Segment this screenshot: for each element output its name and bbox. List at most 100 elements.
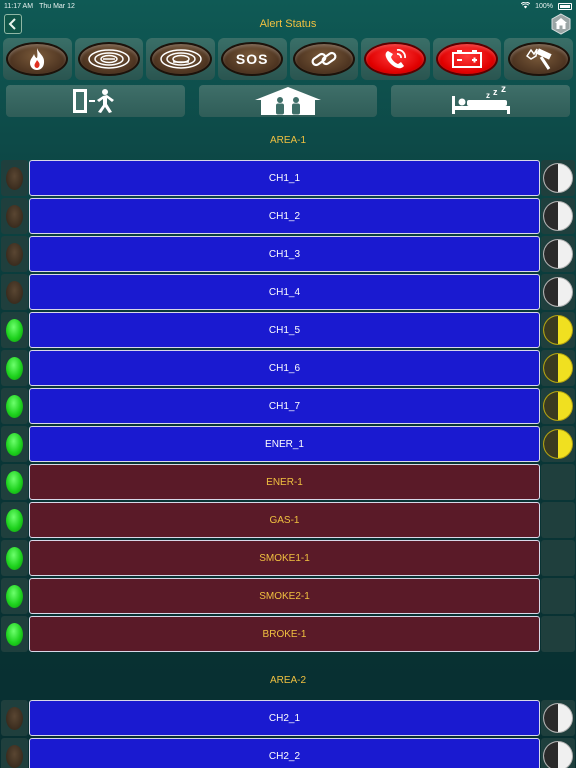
channel-button[interactable]: CH1_7 (29, 388, 540, 424)
toggle-cell (541, 502, 575, 538)
channel-button[interactable]: CH2_2 (29, 738, 540, 768)
toggle-cell (541, 236, 575, 272)
hammer-break-button[interactable] (504, 38, 573, 80)
status-led-icon (6, 394, 23, 418)
toggle-cell (541, 160, 575, 196)
area-label: AREA-1 (269, 135, 307, 146)
channel-row: CH1_3 (0, 236, 576, 272)
channel-button[interactable]: SMOKE1-1 (29, 540, 540, 576)
sos-icon: SOS (221, 42, 284, 76)
channel-button[interactable]: ENER_1 (29, 426, 540, 462)
channel-row: SMOKE1-1 (0, 540, 576, 576)
channel-button[interactable]: CH1_5 (29, 312, 540, 348)
channel-button[interactable]: CH1_2 (29, 198, 540, 234)
home-button[interactable] (550, 13, 572, 35)
home-mode-icon (255, 87, 321, 115)
channel-row: CH1_7 (0, 388, 576, 424)
area-label: AREA-2 (269, 675, 307, 686)
status-led-icon (6, 280, 23, 304)
battery-percent: 100% (535, 2, 553, 10)
fire-icon (6, 42, 69, 76)
channel-button[interactable]: CH1_1 (29, 160, 540, 196)
bypass-toggle[interactable] (543, 353, 573, 383)
status-led-cell (1, 236, 28, 272)
status-led-cell (1, 738, 28, 768)
bypass-toggle[interactable] (543, 741, 573, 768)
status-led-icon (6, 318, 23, 342)
channel-row: CH1_1 (0, 160, 576, 196)
status-led-cell (1, 700, 28, 736)
channel-row: CH1_4 (0, 274, 576, 310)
status-led-icon (6, 622, 23, 646)
fire-button[interactable] (3, 38, 72, 80)
status-led-icon (6, 166, 23, 190)
smoke-detector-2-icon (149, 42, 212, 76)
link-icon (292, 42, 355, 76)
battery-button[interactable] (432, 38, 502, 80)
bypass-toggle[interactable] (543, 277, 573, 307)
bypass-toggle[interactable] (543, 201, 573, 231)
channel-row: BROKE-1 (0, 616, 576, 652)
channel-button[interactable]: SMOKE2-1 (29, 578, 540, 614)
status-led-cell (1, 274, 28, 310)
toggle-cell (541, 198, 575, 234)
status-led-icon (6, 242, 23, 266)
battery-icon (436, 42, 499, 76)
sos-button[interactable]: SOS (217, 38, 287, 80)
status-led-icon (6, 744, 23, 768)
channel-row: ENER_1 (0, 426, 576, 462)
status-led-cell (1, 312, 28, 348)
toggle-cell (541, 274, 575, 310)
status-time: 11:17 AM (4, 2, 34, 10)
sleep-mode-button[interactable]: z z z (391, 85, 571, 117)
toggle-cell (541, 616, 575, 652)
battery-status-icon (558, 2, 572, 10)
bypass-toggle[interactable] (543, 239, 573, 269)
phone-icon (364, 42, 427, 76)
status-led-cell (1, 350, 28, 386)
channel-row: ENER-1 (0, 464, 576, 500)
sensor-icon-row: SOS (3, 38, 573, 80)
toggle-cell (541, 388, 575, 424)
channel-button[interactable]: GAS-1 (29, 502, 540, 538)
channel-button[interactable]: CH1_3 (29, 236, 540, 272)
bypass-toggle[interactable] (543, 703, 573, 733)
channel-button[interactable]: CH1_6 (29, 350, 540, 386)
status-led-icon (6, 356, 23, 380)
channel-row: SMOKE2-1 (0, 578, 576, 614)
status-led-icon (6, 470, 23, 494)
channel-row: CH1_2 (0, 198, 576, 234)
phone-button[interactable] (361, 38, 430, 80)
svg-text:z: z (486, 91, 490, 100)
smoke-detector-button[interactable] (74, 38, 144, 80)
home-mode-button[interactable] (198, 85, 378, 117)
toggle-cell (541, 540, 575, 576)
mode-row: z z z (6, 85, 571, 117)
svg-text:z: z (493, 87, 498, 97)
toggle-cell (541, 426, 575, 462)
hammer-break-icon (507, 42, 570, 76)
page-title: Alert Status (259, 18, 317, 30)
channel-button[interactable]: BROKE-1 (29, 616, 540, 652)
status-led-icon (6, 204, 23, 228)
status-led-cell (1, 616, 28, 652)
home-icon (551, 13, 571, 35)
smoke-detector-2-button[interactable] (146, 38, 215, 80)
bypass-toggle[interactable] (543, 163, 573, 193)
channel-row: CH1_5 (0, 312, 576, 348)
toggle-cell (541, 578, 575, 614)
sleep-mode-icon: z z z (451, 86, 510, 114)
toggle-cell (541, 700, 575, 736)
channel-button[interactable]: CH2_1 (29, 700, 540, 736)
status-led-icon (6, 508, 23, 532)
toggle-cell (541, 738, 575, 768)
away-mode-button[interactable] (6, 85, 185, 117)
status-led-icon (6, 584, 23, 608)
wifi-icon (520, 1, 531, 11)
channel-button[interactable]: ENER-1 (29, 464, 540, 500)
bypass-toggle[interactable] (543, 391, 573, 421)
link-button[interactable] (289, 38, 359, 80)
channel-button[interactable]: CH1_4 (29, 274, 540, 310)
bypass-toggle[interactable] (543, 315, 573, 345)
bypass-toggle[interactable] (543, 429, 573, 459)
